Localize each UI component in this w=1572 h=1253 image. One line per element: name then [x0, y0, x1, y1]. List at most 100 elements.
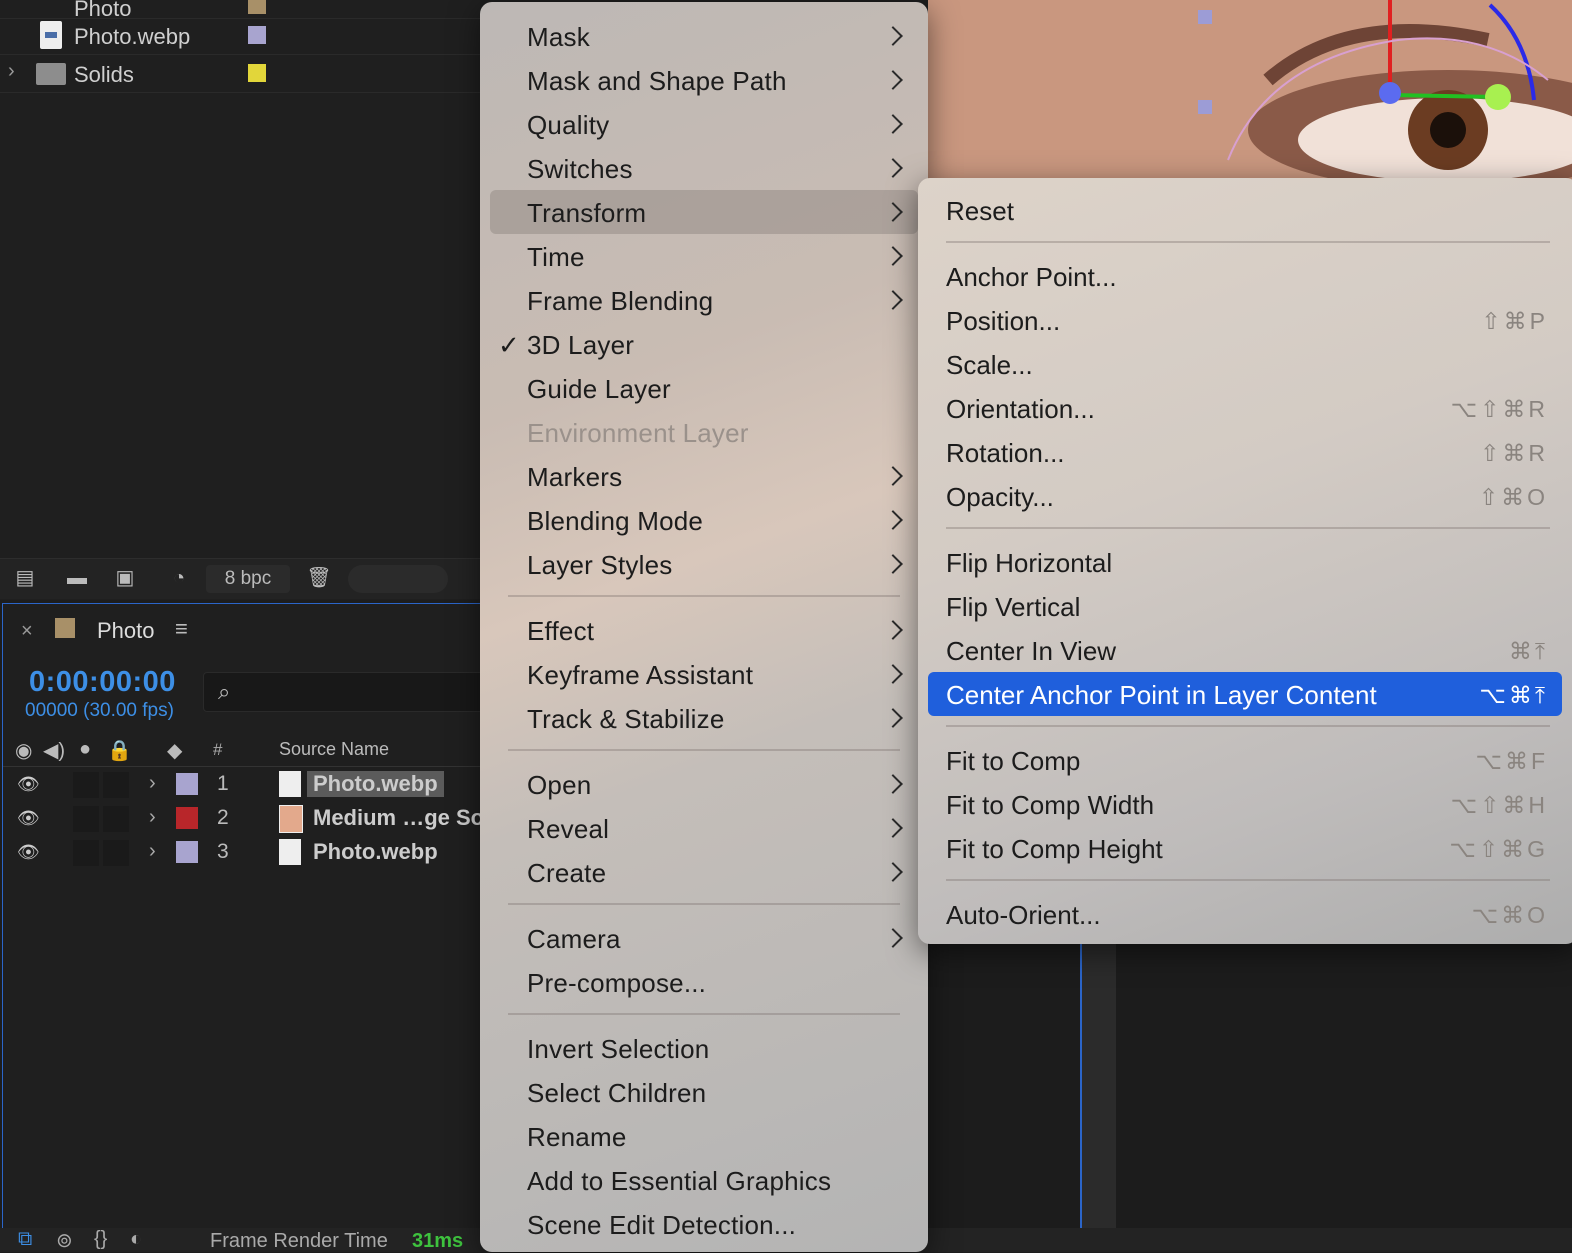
menu-item-layer-styles[interactable]: Layer Styles — [490, 542, 918, 586]
interpret-footage-icon[interactable]: ▤ — [10, 567, 40, 589]
menu-item-select-children[interactable]: Select Children — [490, 1070, 918, 1114]
label-color-swatch[interactable] — [176, 773, 198, 795]
keyboard-shortcut: ⇧⌘P — [1481, 308, 1548, 334]
project-item-solids[interactable]: › Solids — [0, 56, 480, 93]
menu-item-transform[interactable]: Transform — [490, 190, 918, 234]
submenu-item-opacity[interactable]: Opacity... ⇧⌘O — [928, 474, 1562, 518]
new-composition-icon[interactable]: ▣ — [110, 567, 140, 589]
layer-search-input[interactable]: ⌕ — [203, 672, 485, 712]
menu-item-markers[interactable]: Markers — [490, 454, 918, 498]
lock-toggle[interactable] — [103, 806, 129, 832]
mask-vertex-handle[interactable] — [1198, 10, 1212, 24]
label-color-swatch[interactable] — [248, 0, 266, 14]
menu-item-rename[interactable]: Rename — [490, 1114, 918, 1158]
audio-toggle[interactable] — [73, 772, 99, 798]
project-toolbar: ▤ ▬ ▣ ◔ 8 bpc 🗑 — [0, 558, 480, 599]
menu-item-switches[interactable]: Switches — [490, 146, 918, 190]
eye-icon[interactable]: 👁 — [17, 774, 40, 795]
lock-toggle[interactable] — [103, 772, 129, 798]
eye-icon[interactable]: 👁 — [17, 842, 40, 863]
comp-flowchart-icon[interactable]: ⧉ — [18, 1228, 32, 1251]
submenu-item-scale[interactable]: Scale... — [928, 342, 1562, 386]
mask-vertex-handle[interactable] — [1198, 100, 1212, 114]
layer-row[interactable]: 👁 › 3 Photo.webp — [3, 836, 481, 870]
eye-icon[interactable]: ◉ — [15, 738, 32, 763]
project-item-photo[interactable]: Photo — [0, 0, 480, 21]
layer-name[interactable]: Photo.webp — [307, 771, 444, 797]
label-color-swatch[interactable] — [176, 841, 198, 863]
menu-item-frame-blending[interactable]: Frame Blending — [490, 278, 918, 322]
menu-item-guide-layer[interactable]: Guide Layer — [490, 366, 918, 410]
menu-item-3d-layer[interactable]: ✓ 3D Layer — [490, 322, 918, 366]
menu-item-effect[interactable]: Effect — [490, 608, 918, 652]
menu-item-create[interactable]: Create — [490, 850, 918, 894]
solo-icon[interactable]: ● — [79, 738, 91, 761]
menu-item-time[interactable]: Time — [490, 234, 918, 278]
label-tag-icon[interactable]: ◆ — [167, 738, 182, 763]
y-axis-handle[interactable] — [1485, 84, 1511, 110]
menu-item-scene-edit-detection[interactable]: Scene Edit Detection... — [490, 1202, 918, 1246]
layer-name[interactable]: Medium …ge Sol — [313, 805, 490, 831]
chevron-right-icon[interactable]: › — [149, 840, 156, 863]
bit-depth-button[interactable]: 8 bpc — [206, 565, 290, 593]
menu-item-reveal[interactable]: Reveal — [490, 806, 918, 850]
label-color-swatch[interactable] — [248, 64, 266, 82]
expression-icon[interactable]: {} — [94, 1228, 107, 1251]
chevron-right-icon[interactable]: › — [8, 60, 15, 83]
submenu-item-fit-to-comp[interactable]: Fit to Comp ⌥⌘F — [928, 738, 1562, 782]
menu-item-track-stabilize[interactable]: Track & Stabilize — [490, 696, 918, 740]
menu-item-add-to-essential-graphics[interactable]: Add to Essential Graphics — [490, 1158, 918, 1202]
lock-icon[interactable]: 🔒 — [107, 738, 132, 763]
composition-viewer[interactable] — [928, 0, 1572, 180]
menu-item-invert-selection[interactable]: Invert Selection — [490, 1026, 918, 1070]
layer-name[interactable]: Photo.webp — [313, 839, 438, 865]
audio-icon[interactable]: ◀) — [43, 738, 65, 763]
menu-item-open[interactable]: Open — [490, 762, 918, 806]
submenu-item-anchor-point[interactable]: Anchor Point... — [928, 254, 1562, 298]
audio-toggle[interactable] — [73, 806, 99, 832]
label-color-swatch[interactable] — [248, 26, 266, 44]
submenu-item-flip-vertical[interactable]: Flip Vertical — [928, 584, 1562, 628]
menu-item-blending-mode[interactable]: Blending Mode — [490, 498, 918, 542]
anchor-point-handle[interactable] — [1379, 82, 1401, 104]
submenu-item-rotation[interactable]: Rotation... ⇧⌘R — [928, 430, 1562, 474]
current-timecode[interactable]: 0:00:00:00 — [29, 666, 176, 699]
timeline-graph-area[interactable] — [1080, 940, 1116, 1228]
layer-row[interactable]: 👁 › 1 Photo.webp — [3, 768, 481, 802]
project-search-input[interactable] — [348, 565, 448, 593]
menu-item-camera[interactable]: Camera — [490, 916, 918, 960]
menu-item-mask-and-shape-path[interactable]: Mask and Shape Path — [490, 58, 918, 102]
frame-render-time-label: Frame Render Time — [210, 1230, 388, 1252]
switches-icon[interactable]: ⊚ — [56, 1228, 73, 1253]
chevron-right-icon[interactable]: › — [149, 806, 156, 829]
column-source-name[interactable]: Source Name — [279, 739, 389, 760]
submenu-item-auto-orient[interactable]: Auto-Orient... ⌥⌘O — [928, 892, 1562, 936]
submenu-item-center-anchor-point-in-layer-content[interactable]: Center Anchor Point in Layer Content ⌥⌘⤒ — [928, 672, 1562, 716]
submenu-item-orientation[interactable]: Orientation... ⌥⇧⌘R — [928, 386, 1562, 430]
project-item-photo-webp[interactable]: Photo.webp — [0, 18, 480, 55]
submenu-item-position[interactable]: Position... ⇧⌘P — [928, 298, 1562, 342]
chevron-right-icon[interactable]: › — [149, 772, 156, 795]
audio-toggle[interactable] — [73, 840, 99, 866]
layer-row[interactable]: 👁 › 2 Medium …ge Sol — [3, 802, 490, 836]
render-icon[interactable]: ◔ — [164, 567, 194, 589]
new-folder-icon[interactable]: ▬ — [62, 567, 92, 589]
submenu-item-fit-to-comp-height[interactable]: Fit to Comp Height ⌥⇧⌘G — [928, 826, 1562, 870]
comp-tab-title[interactable]: Photo — [97, 618, 155, 644]
trash-icon[interactable]: 🗑 — [304, 567, 334, 589]
label-color-swatch[interactable] — [176, 807, 198, 829]
menu-item-keyframe-assistant[interactable]: Keyframe Assistant — [490, 652, 918, 696]
menu-item-mask[interactable]: Mask — [490, 14, 918, 58]
menu-item-quality[interactable]: Quality — [490, 102, 918, 146]
hamburger-menu-icon[interactable]: ≡ — [175, 616, 188, 642]
menu-separator — [508, 595, 900, 597]
close-icon[interactable]: × — [21, 620, 33, 643]
motion-blur-icon[interactable]: ◐ — [130, 1228, 142, 1251]
submenu-item-center-in-view[interactable]: Center In View ⌘⤒ — [928, 628, 1562, 672]
menu-item-pre-compose[interactable]: Pre-compose... — [490, 960, 918, 1004]
eye-icon[interactable]: 👁 — [17, 808, 40, 829]
submenu-item-reset[interactable]: Reset — [928, 188, 1562, 232]
lock-toggle[interactable] — [103, 840, 129, 866]
submenu-item-fit-to-comp-width[interactable]: Fit to Comp Width ⌥⇧⌘H — [928, 782, 1562, 826]
submenu-item-flip-horizontal[interactable]: Flip Horizontal — [928, 540, 1562, 584]
